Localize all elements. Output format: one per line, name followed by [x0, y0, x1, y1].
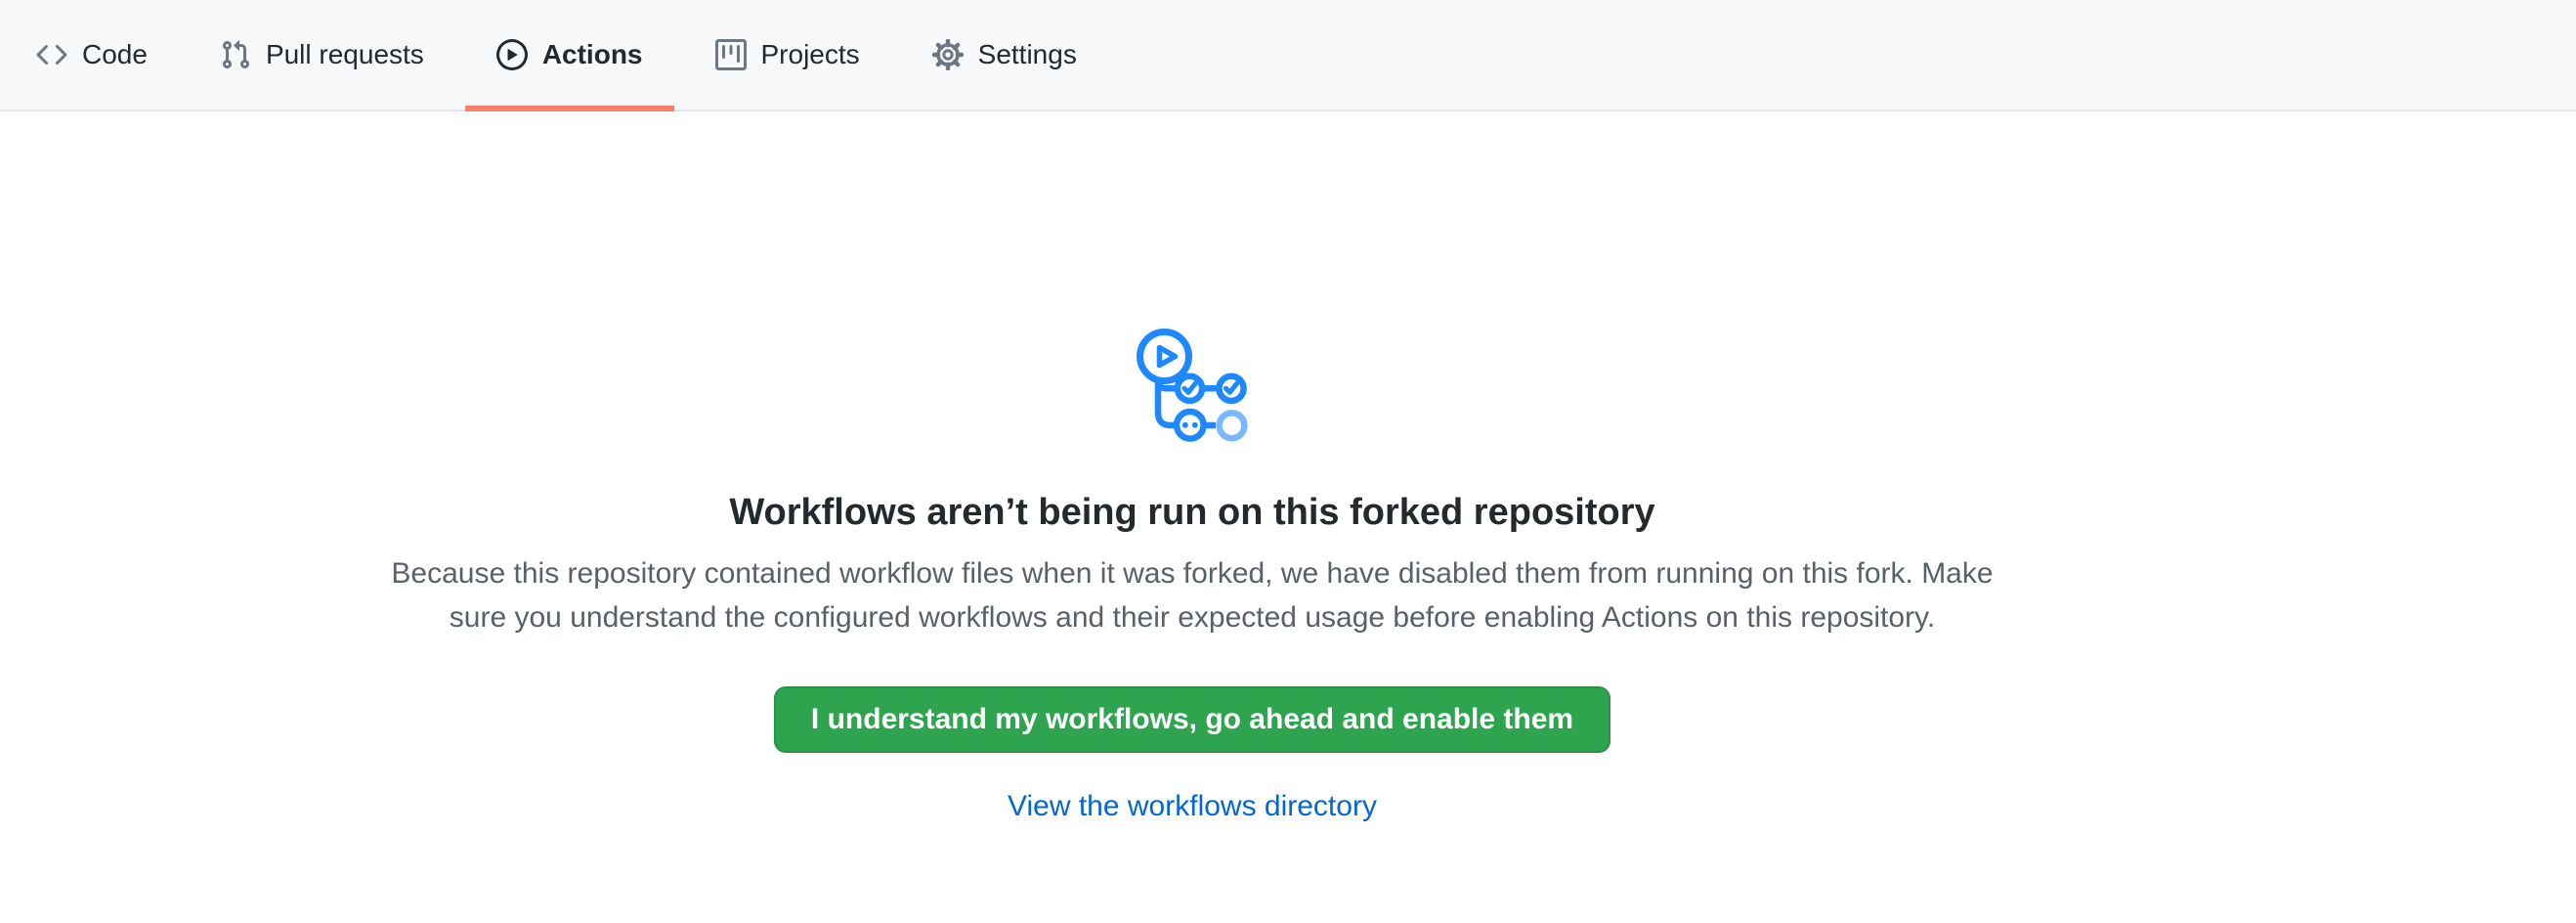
- link-row: View the workflows directory: [0, 790, 2384, 823]
- project-board-icon: [715, 39, 747, 70]
- tab-projects[interactable]: Projects: [684, 0, 891, 110]
- code-icon: [36, 39, 67, 70]
- description-text: Because this repository contained workfl…: [391, 551, 1994, 639]
- tab-pull-requests-label: Pull requests: [266, 41, 424, 68]
- page-title: Workflows aren’t being run on this forke…: [0, 489, 2384, 536]
- tab-projects-label: Projects: [761, 41, 860, 68]
- tab-settings[interactable]: Settings: [901, 0, 1108, 110]
- tab-actions[interactable]: Actions: [465, 0, 674, 110]
- tab-pull-requests[interactable]: Pull requests: [189, 0, 455, 110]
- tab-settings-label: Settings: [978, 41, 1077, 68]
- gear-icon: [932, 39, 964, 70]
- workflow-graph-icon: [1137, 327, 1248, 443]
- play-circle-icon: [496, 39, 528, 70]
- tab-code-label: Code: [82, 41, 148, 68]
- git-pull-request-icon: [220, 39, 251, 70]
- tab-actions-label: Actions: [542, 41, 643, 68]
- view-workflows-directory-link[interactable]: View the workflows directory: [1008, 790, 1377, 822]
- repo-nav: Code Pull requests Actions Projects: [0, 0, 2576, 110]
- actions-main-panel: Workflows aren’t being run on this forke…: [0, 111, 2576, 823]
- tab-code[interactable]: Code: [5, 0, 179, 110]
- repo-tab-bar: Code Pull requests Actions Projects: [0, 0, 2576, 111]
- enable-workflows-button[interactable]: I understand my workflows, go ahead and …: [774, 686, 1610, 753]
- blankslate: Workflows aren’t being run on this forke…: [0, 111, 2384, 823]
